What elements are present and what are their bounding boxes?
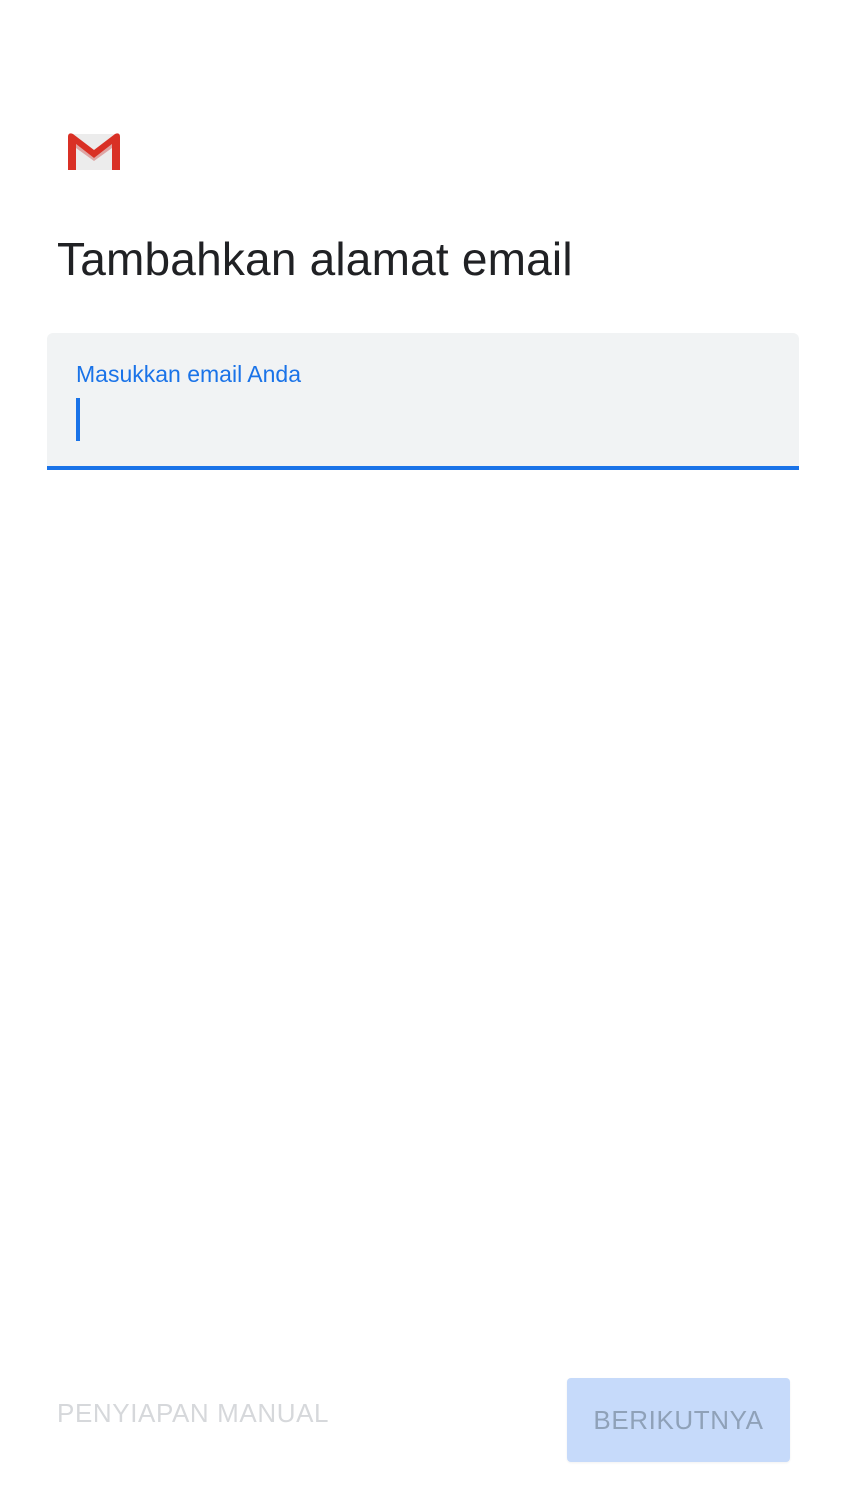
manual-setup-button[interactable]: PENYIAPAN MANUAL [57,1398,329,1429]
email-input[interactable] [76,395,776,443]
email-field-underline [47,466,799,470]
gmail-icon [66,130,122,174]
text-caret [76,398,80,441]
next-button[interactable]: BERIKUTNYA [567,1378,790,1462]
email-field[interactable]: Masukkan email Anda [47,333,799,470]
email-field-label: Masukkan email Anda [76,361,302,387]
page-title: Tambahkan alamat email [57,233,573,285]
